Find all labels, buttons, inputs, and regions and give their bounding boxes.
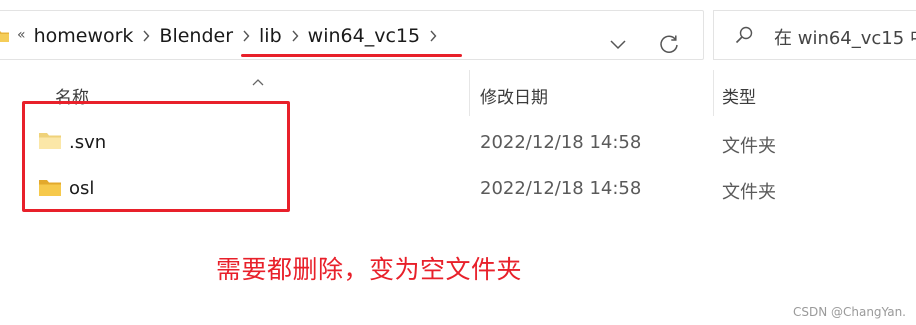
folder-icon (0, 28, 9, 47)
annotation-highlight-box (22, 101, 290, 212)
file-type: 文件夹 (722, 136, 776, 157)
column-divider[interactable] (713, 70, 714, 116)
chevron-down-icon[interactable] (609, 35, 627, 54)
breadcrumb-overflow-button[interactable]: « (17, 27, 26, 43)
breadcrumb-win64-vc15[interactable]: win64_vc15 (308, 25, 420, 47)
breadcrumb-blender[interactable]: Blender (159, 25, 233, 47)
chevron-right-icon[interactable] (282, 30, 308, 42)
chevron-right-icon[interactable] (233, 30, 259, 42)
file-date: 2022/12/18 14:58 (480, 178, 642, 199)
column-header-date[interactable]: 修改日期 (480, 83, 548, 108)
refresh-icon[interactable] (658, 33, 680, 59)
watermark: CSDN @ChangYan. (792, 305, 906, 319)
address-bar[interactable]: « homework Blender lib win64_vc15 (0, 10, 704, 60)
sort-ascending-icon (252, 71, 264, 90)
file-type: 文件夹 (722, 182, 776, 203)
breadcrumb-lib[interactable]: lib (259, 25, 282, 47)
annotation-underline (241, 54, 462, 57)
search-input[interactable]: 在 win64_vc15 中 (774, 24, 916, 50)
breadcrumb-homework[interactable]: homework (34, 25, 134, 47)
column-header-type[interactable]: 类型 (722, 83, 756, 108)
search-icon (734, 25, 754, 49)
search-box[interactable]: 在 win64_vc15 中 (713, 10, 916, 60)
file-date: 2022/12/18 14:58 (480, 132, 642, 153)
chevron-right-icon[interactable] (133, 30, 159, 42)
annotation-text: 需要都删除，变为空文件夹 (216, 255, 523, 284)
column-divider[interactable] (469, 70, 470, 116)
chevron-right-icon[interactable] (420, 30, 446, 42)
